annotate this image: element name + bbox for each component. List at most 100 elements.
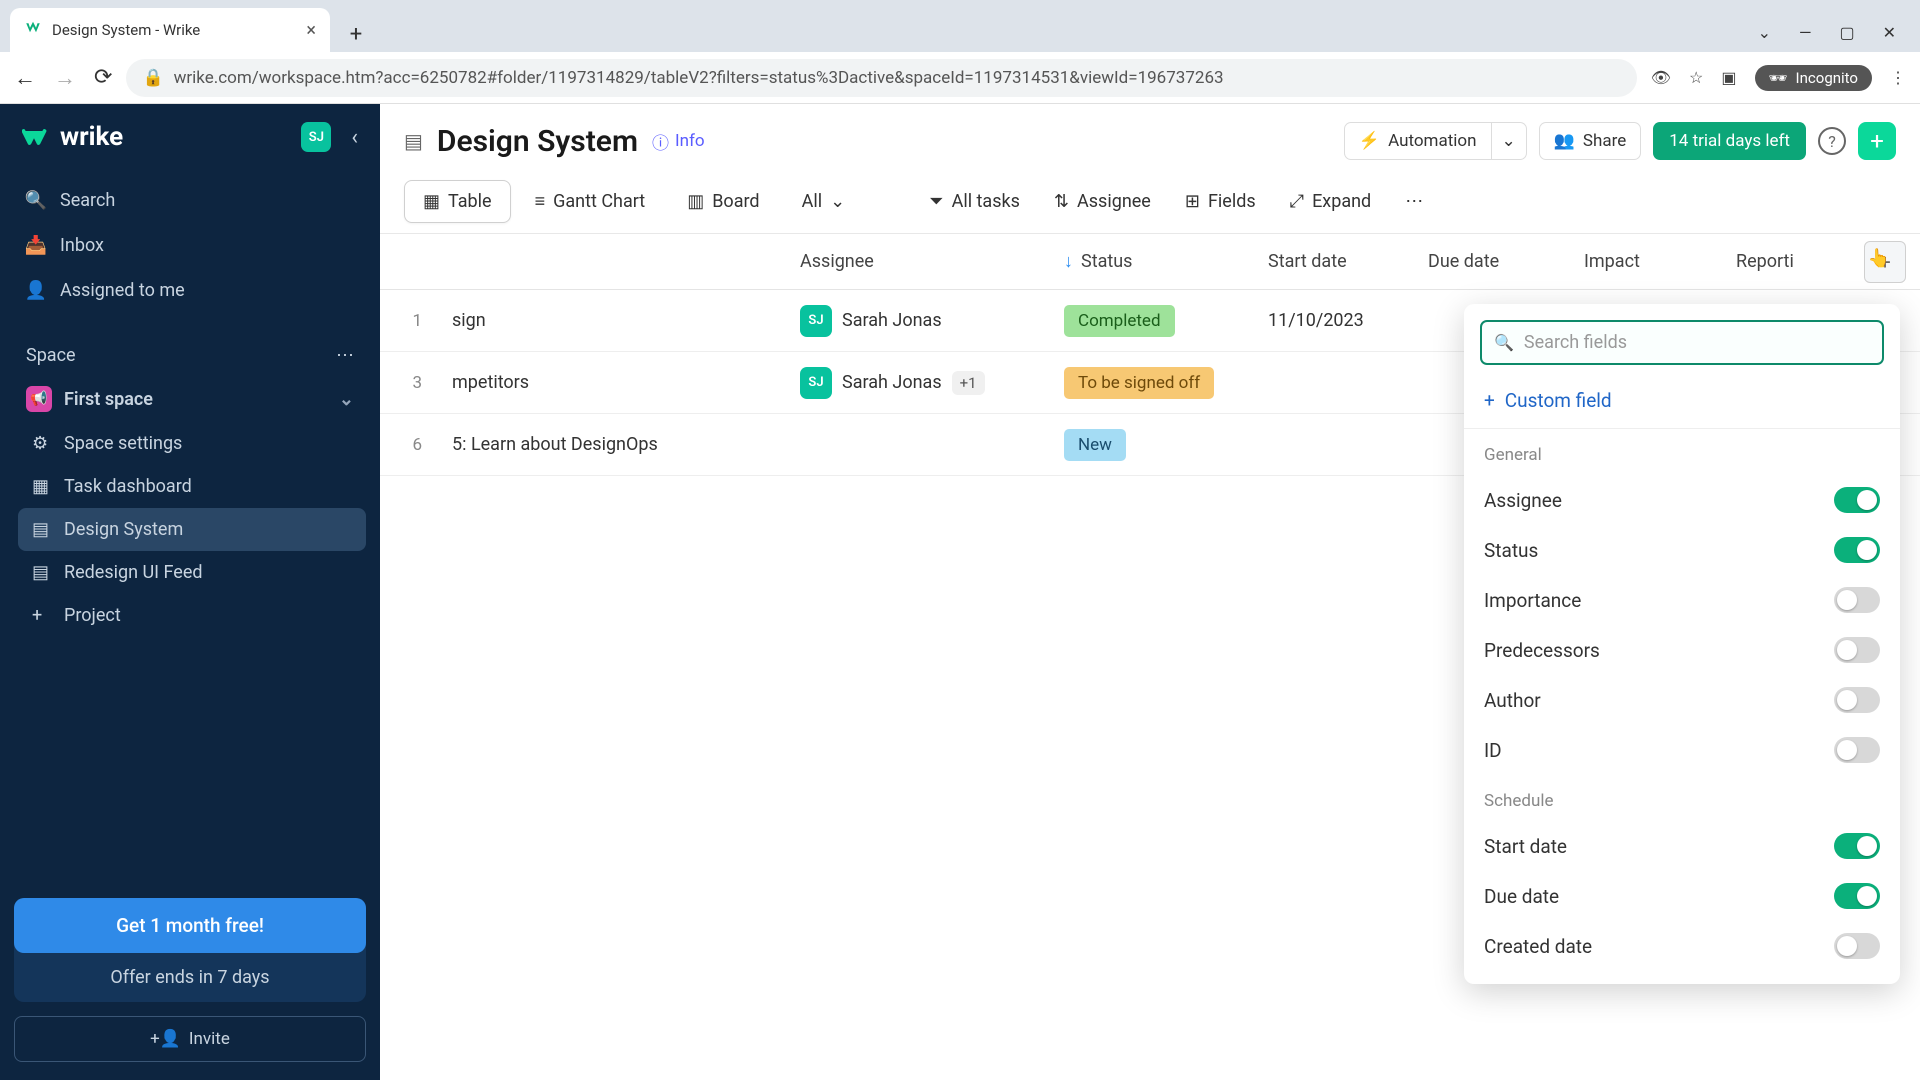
cell-assignee[interactable]: SJSarah Jonas: [788, 305, 1052, 337]
main-content: ▤ Design System ⓘ Info ⚡ Automation ⌄ 👥 …: [380, 104, 1920, 1080]
cell-name[interactable]: 5: Learn about DesignOps: [440, 434, 788, 455]
incognito-badge[interactable]: 🕶 Incognito: [1755, 65, 1873, 91]
sort-assignee[interactable]: ⇅ Assignee: [1040, 181, 1165, 222]
user-avatar[interactable]: SJ: [301, 122, 331, 152]
wrike-logo[interactable]: wrike: [22, 122, 123, 152]
col-start-date[interactable]: Start date: [1256, 251, 1416, 272]
more-menu[interactable]: ⋯: [1391, 181, 1437, 222]
sidebar-item-design-system[interactable]: ▤ Design System: [18, 508, 366, 551]
status-pill: New: [1064, 429, 1126, 461]
table-area: Assignee ↓ Status Start date Due date Im…: [380, 234, 1920, 1080]
more-assignees-badge[interactable]: +1: [952, 371, 985, 395]
sidebar-item-task-dashboard[interactable]: ▦ Task dashboard: [18, 465, 366, 508]
automation-button[interactable]: ⚡ Automation: [1344, 122, 1492, 160]
field-toggle[interactable]: [1834, 537, 1880, 563]
field-toggle[interactable]: [1834, 687, 1880, 713]
gear-icon: ⚙: [32, 433, 50, 454]
cell-start-date[interactable]: 11/10/2023: [1256, 310, 1416, 331]
table-icon: ▦: [423, 191, 440, 212]
invite-button[interactable]: +👤 Invite: [14, 1016, 366, 1062]
field-toggle[interactable]: [1834, 487, 1880, 513]
expand-button[interactable]: ⤢ Expand: [1276, 181, 1386, 222]
field-row: Status: [1464, 525, 1900, 575]
trial-badge[interactable]: 14 trial days left: [1653, 122, 1806, 160]
fields-button[interactable]: ⊞ Fields: [1171, 181, 1270, 222]
chevron-down-icon[interactable]: ⌄: [339, 389, 354, 410]
sidebar-item-redesign-ui[interactable]: ▤ Redesign UI Feed: [18, 551, 366, 594]
cell-assignee[interactable]: SJSarah Jonas+1: [788, 367, 1052, 399]
expand-icon: ⤢: [1290, 191, 1304, 212]
promo-card: Get 1 month free! Offer ends in 7 days: [14, 898, 366, 1002]
search-fields-input[interactable]: [1524, 332, 1870, 353]
back-icon[interactable]: ←: [14, 65, 36, 91]
row-number: 3: [400, 373, 440, 393]
new-tab-button[interactable]: +: [338, 16, 374, 52]
cell-name[interactable]: mpetitors: [440, 372, 788, 393]
plus-icon: +: [1484, 389, 1495, 412]
field-toggle[interactable]: [1834, 933, 1880, 959]
cell-status[interactable]: New: [1052, 429, 1256, 461]
view-tab-board[interactable]: ▥ Board: [669, 181, 777, 222]
col-status[interactable]: ↓ Status: [1052, 251, 1256, 272]
minimize-icon[interactable]: —: [1799, 23, 1812, 42]
row-number: 1: [400, 311, 440, 331]
browser-tab-strip: Design System - Wrike × + ⌄ — ▢ ✕: [0, 0, 1920, 52]
browser-tab[interactable]: Design System - Wrike ×: [10, 8, 330, 52]
space-menu-icon[interactable]: ⋯: [336, 345, 354, 366]
sidebar-header: wrike SJ ‹: [14, 122, 366, 152]
automation-dropdown[interactable]: ⌄: [1492, 122, 1527, 160]
col-due-date[interactable]: Due date: [1416, 251, 1572, 272]
panel-icon[interactable]: ▣: [1721, 68, 1736, 87]
filter-all-tasks[interactable]: ⏷ All tasks: [915, 181, 1034, 222]
cell-status[interactable]: Completed: [1052, 305, 1256, 337]
close-tab-icon[interactable]: ×: [306, 20, 316, 41]
incognito-icon: 🕶: [1769, 69, 1788, 87]
sidebar-add-project[interactable]: + Project: [18, 594, 366, 637]
tab-dropdown-icon[interactable]: ⌄: [1758, 23, 1771, 42]
close-window-icon[interactable]: ✕: [1883, 23, 1896, 42]
view-filter-all[interactable]: All ⌄: [784, 181, 864, 222]
collapse-sidebar-icon[interactable]: ‹: [351, 125, 358, 150]
sidebar-search[interactable]: 🔍 Search: [14, 178, 366, 223]
reload-icon[interactable]: ⟳: [94, 65, 112, 91]
filter-icon: ⏷: [929, 191, 943, 212]
bookmark-icon[interactable]: ☆: [1689, 68, 1703, 87]
sidebar-assigned[interactable]: 👤 Assigned to me: [14, 268, 366, 313]
field-toggle[interactable]: [1834, 833, 1880, 859]
info-link[interactable]: ⓘ Info: [652, 129, 705, 154]
search-icon: 🔍: [1494, 333, 1514, 352]
sidebar-item-space-settings[interactable]: ⚙ Space settings: [18, 422, 366, 465]
maximize-icon[interactable]: ▢: [1839, 23, 1854, 42]
table-header: Assignee ↓ Status Start date Due date Im…: [380, 234, 1920, 290]
custom-field-button[interactable]: + Custom field: [1464, 373, 1900, 429]
search-fields-input-wrap[interactable]: 🔍: [1480, 320, 1884, 365]
cell-name[interactable]: sign: [440, 310, 788, 331]
add-column-button[interactable]: +: [1864, 241, 1906, 283]
field-row: Created date: [1464, 921, 1900, 971]
share-button[interactable]: 👥 Share: [1539, 122, 1642, 160]
address-bar[interactable]: 🔒 wrike.com/workspace.htm?acc=6250782#fo…: [126, 59, 1636, 97]
chevron-down-icon: ⌄: [1502, 131, 1516, 151]
browser-menu-icon[interactable]: ⋮: [1890, 68, 1906, 87]
space-first[interactable]: 📢 First space ⌄: [14, 376, 366, 422]
field-row: Importance: [1464, 575, 1900, 625]
cell-status[interactable]: To be signed off: [1052, 367, 1256, 399]
sidebar-inbox[interactable]: 📥 Inbox: [14, 223, 366, 268]
create-button[interactable]: +: [1858, 122, 1896, 160]
field-toggle[interactable]: [1834, 883, 1880, 909]
tracking-icon[interactable]: 👁: [1651, 68, 1671, 87]
view-tab-gantt[interactable]: ≡ Gantt Chart: [517, 181, 664, 222]
field-toggle[interactable]: [1834, 637, 1880, 663]
col-assignee[interactable]: Assignee: [788, 251, 1052, 272]
col-reporting[interactable]: Reporti: [1724, 251, 1864, 272]
fields-icon: ⊞: [1185, 191, 1200, 212]
col-impact[interactable]: Impact: [1572, 251, 1724, 272]
field-label: Author: [1484, 689, 1541, 712]
field-toggle[interactable]: [1834, 587, 1880, 613]
promo-button[interactable]: Get 1 month free!: [14, 898, 366, 953]
space-header: Space ⋯: [14, 335, 366, 376]
field-toggle[interactable]: [1834, 737, 1880, 763]
sidebar: wrike SJ ‹ 🔍 Search 📥 Inbox 👤 Assigned t…: [0, 104, 380, 1080]
view-tab-table[interactable]: ▦ Table: [404, 180, 511, 223]
help-icon[interactable]: ?: [1818, 127, 1846, 155]
